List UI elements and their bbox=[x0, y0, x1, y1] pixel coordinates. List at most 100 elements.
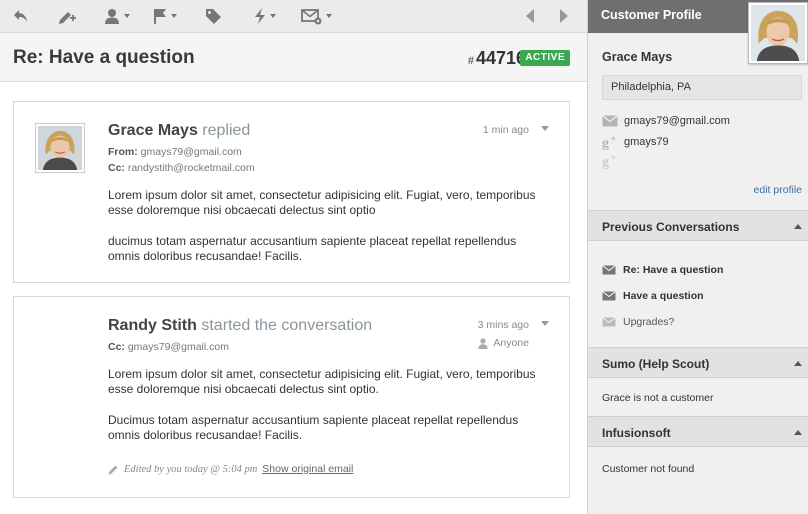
from-label: From: bbox=[108, 146, 138, 158]
customer-email-row[interactable]: gmays79@gmail.com bbox=[602, 115, 730, 127]
add-gplus-row[interactable]: g + bbox=[602, 153, 618, 169]
from-email: gmays79@gmail.com bbox=[140, 146, 242, 158]
reply-button[interactable] bbox=[12, 5, 30, 27]
note-icon bbox=[59, 12, 76, 24]
cc-email: gmays79@gmail.com bbox=[127, 341, 229, 353]
tag-icon bbox=[206, 9, 221, 24]
chevron-down-icon bbox=[124, 14, 130, 18]
previous-conversations-header[interactable]: Previous Conversations bbox=[588, 210, 808, 241]
avatar-photo bbox=[38, 126, 82, 170]
chevron-down-icon bbox=[270, 14, 276, 18]
thread-options-icon[interactable] bbox=[541, 126, 549, 131]
section-title: Infusionsoft bbox=[602, 426, 671, 440]
section-title: Previous Conversations bbox=[602, 220, 740, 234]
sidebar-title: Customer Profile bbox=[601, 8, 702, 22]
avatar-photo bbox=[751, 5, 805, 61]
thread-time: 1 min ago bbox=[482, 124, 529, 136]
edited-text: Edited by you today @ 5:04 pm bbox=[124, 463, 258, 475]
cc-label: Cc: bbox=[108, 341, 125, 353]
pencil-icon bbox=[108, 465, 118, 474]
customer-gplus: gmays79 bbox=[624, 136, 669, 148]
conversation-header: Re: Have a question #44716 ACTIVE bbox=[0, 33, 587, 82]
edited-note: Edited by you today @ 5:04 pm Show origi… bbox=[108, 463, 353, 475]
google-plus-icon: g + bbox=[602, 153, 616, 169]
infusionsoft-status-text: Customer not found bbox=[602, 463, 695, 475]
chevron-down-icon bbox=[171, 14, 177, 18]
previous-conversation-title: Re: Have a question bbox=[623, 264, 724, 276]
thread-body-paragraph: Ducimus totam aspernatur accusantium sap… bbox=[108, 413, 519, 442]
mail-icon bbox=[602, 265, 616, 275]
svg-text:+: + bbox=[611, 134, 616, 143]
chevron-down-icon bbox=[326, 14, 332, 18]
mail-icon bbox=[602, 317, 616, 327]
conversation-pane: Re: Have a question #44716 ACTIVE Grace … bbox=[0, 0, 587, 514]
previous-conversation-item[interactable]: Re: Have a question bbox=[602, 264, 723, 276]
next-conversation-button[interactable] bbox=[558, 5, 570, 27]
thread-time: 3 mins ago bbox=[477, 319, 529, 331]
svg-text:g: g bbox=[602, 136, 609, 150]
cc-label: Cc: bbox=[108, 162, 125, 174]
previous-conversation-item[interactable]: Upgrades? bbox=[602, 316, 674, 328]
user-icon bbox=[478, 337, 488, 349]
collapse-arrow-icon bbox=[794, 361, 802, 366]
thread-action: started the conversation bbox=[201, 317, 373, 334]
reply-icon bbox=[14, 10, 27, 22]
mail-icon bbox=[602, 115, 618, 127]
infusionsoft-section-header[interactable]: Infusionsoft bbox=[588, 416, 808, 447]
assignee[interactable]: Anyone bbox=[478, 337, 529, 349]
conversation-number-value: 44716 bbox=[475, 48, 526, 68]
previous-conversation-title: Upgrades? bbox=[623, 316, 675, 328]
cc-email: randystith@rocketmail.com bbox=[127, 162, 255, 174]
section-title: Sumo (Help Scout) bbox=[602, 357, 710, 371]
thread-author-line: Randy Stith started the conversation bbox=[108, 317, 372, 335]
svg-text:g: g bbox=[602, 155, 609, 169]
assign-button[interactable] bbox=[103, 5, 130, 27]
tag-button[interactable] bbox=[204, 5, 222, 27]
thread-author-line: Grace Mays replied bbox=[108, 122, 250, 140]
email-settings-icon bbox=[301, 9, 322, 25]
toolbar bbox=[0, 0, 587, 33]
previous-conversation-item[interactable]: Have a question bbox=[602, 290, 704, 302]
thread-body-paragraph: Lorem ipsum dolor sit amet, consectetur … bbox=[108, 367, 536, 396]
previous-conversation-title: Have a question bbox=[623, 290, 704, 302]
collapse-arrow-icon bbox=[794, 224, 802, 229]
thread-item: Grace Mays replied From: gmays79@gmail.c… bbox=[13, 101, 570, 283]
sumo-status-text: Grace is not a customer bbox=[602, 392, 714, 404]
workflow-icon bbox=[255, 8, 265, 24]
thread-options-icon[interactable] bbox=[541, 321, 549, 326]
sumo-section-header[interactable]: Sumo (Help Scout) bbox=[588, 347, 808, 378]
flag-icon bbox=[154, 9, 166, 24]
customer-gplus-row[interactable]: g + gmays79 bbox=[602, 134, 669, 150]
thread-action: replied bbox=[202, 122, 251, 139]
cc-line: Cc: randystith@rocketmail.com bbox=[108, 162, 255, 174]
author-name[interactable]: Grace Mays bbox=[108, 122, 198, 139]
thread-body-paragraph: Lorem ipsum dolor sit amet, consectetur … bbox=[108, 188, 536, 217]
email-settings-button[interactable] bbox=[301, 5, 332, 27]
status-badge[interactable]: ACTIVE bbox=[520, 50, 570, 66]
mail-icon bbox=[602, 291, 616, 301]
avatar bbox=[35, 123, 85, 173]
collapse-arrow-icon bbox=[794, 430, 802, 435]
customer-location: Philadelphia, PA bbox=[602, 75, 802, 100]
add-note-button[interactable] bbox=[57, 5, 77, 27]
show-original-email-link[interactable]: Show original email bbox=[262, 463, 353, 475]
next-conversation-icon bbox=[560, 9, 568, 23]
thread-body-paragraph: ducimus totam aspernatur accusantium sap… bbox=[108, 234, 517, 263]
assignee-name: Anyone bbox=[493, 337, 529, 349]
edit-profile-link[interactable]: edit profile bbox=[754, 184, 802, 196]
customer-email: gmays79@gmail.com bbox=[624, 115, 730, 127]
prev-conversation-button[interactable] bbox=[524, 5, 536, 27]
author-name[interactable]: Randy Stith bbox=[108, 317, 197, 334]
prev-conversation-icon bbox=[526, 9, 534, 23]
from-line: From: gmays79@gmail.com bbox=[108, 146, 242, 158]
page-title: Re: Have a question bbox=[13, 47, 195, 68]
customer-name: Grace Mays bbox=[602, 50, 673, 64]
customer-profile-sidebar: Customer Profile Grace Mays Philadelphia… bbox=[587, 0, 808, 514]
flag-button[interactable] bbox=[152, 5, 177, 27]
hash-icon: # bbox=[467, 55, 474, 67]
thread-item: Randy Stith started the conversation Cc:… bbox=[13, 296, 570, 498]
svg-text:+: + bbox=[611, 153, 616, 162]
workflow-button[interactable] bbox=[253, 5, 276, 27]
assign-icon bbox=[105, 9, 119, 24]
customer-avatar bbox=[748, 2, 808, 64]
